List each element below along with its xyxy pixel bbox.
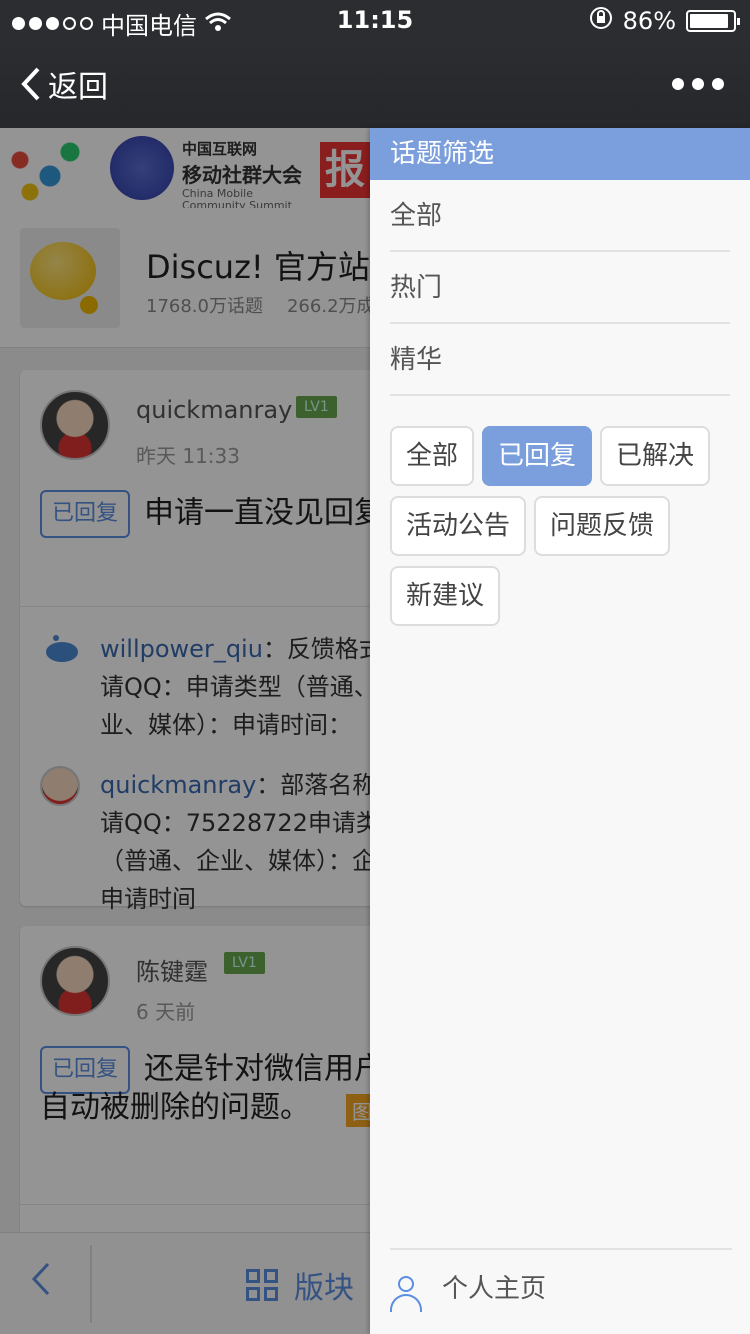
- chip-suggestions[interactable]: 新建议: [390, 566, 501, 626]
- chip-announcements[interactable]: 活动公告: [390, 496, 527, 556]
- chip-resolved[interactable]: 已解决: [600, 426, 711, 486]
- rotation-lock-icon: [589, 6, 613, 36]
- battery-icon: [686, 10, 740, 32]
- back-button[interactable]: 返回: [20, 62, 108, 106]
- battery-percent: 86%: [622, 7, 676, 35]
- dim-overlay[interactable]: [0, 128, 370, 1334]
- filter-menu-all[interactable]: 全部: [390, 180, 730, 252]
- chip-replied[interactable]: 已回复: [482, 426, 593, 486]
- drawer-title: 话题筛选: [370, 128, 750, 180]
- chip-all[interactable]: 全部: [390, 426, 475, 486]
- tag-chips: 全部 已回复 已解决 活动公告 问题反馈 新建议: [390, 426, 730, 626]
- more-menu-button[interactable]: [672, 78, 724, 90]
- chip-feedback[interactable]: 问题反馈: [534, 496, 671, 556]
- nav-bar: 返回: [0, 40, 750, 128]
- status-bar: 中国电信 11:15 86%: [0, 0, 750, 40]
- battery-area: 86%: [589, 6, 740, 36]
- profile-label: 个人主页: [442, 1274, 547, 1304]
- back-label: 返回: [48, 70, 108, 105]
- filter-menu-featured[interactable]: 精华: [390, 324, 730, 396]
- profile-link[interactable]: 个人主页: [390, 1248, 732, 1334]
- person-icon: [390, 1276, 422, 1312]
- chevron-left-icon: [21, 67, 40, 101]
- more-dot-icon: [672, 78, 684, 90]
- topic-filter-drawer: 话题筛选 全部 热门 精华 全部 已回复 已解决 活动公告 问题反馈 新建议 个…: [370, 128, 750, 1334]
- filter-menu-hot[interactable]: 热门: [390, 252, 730, 324]
